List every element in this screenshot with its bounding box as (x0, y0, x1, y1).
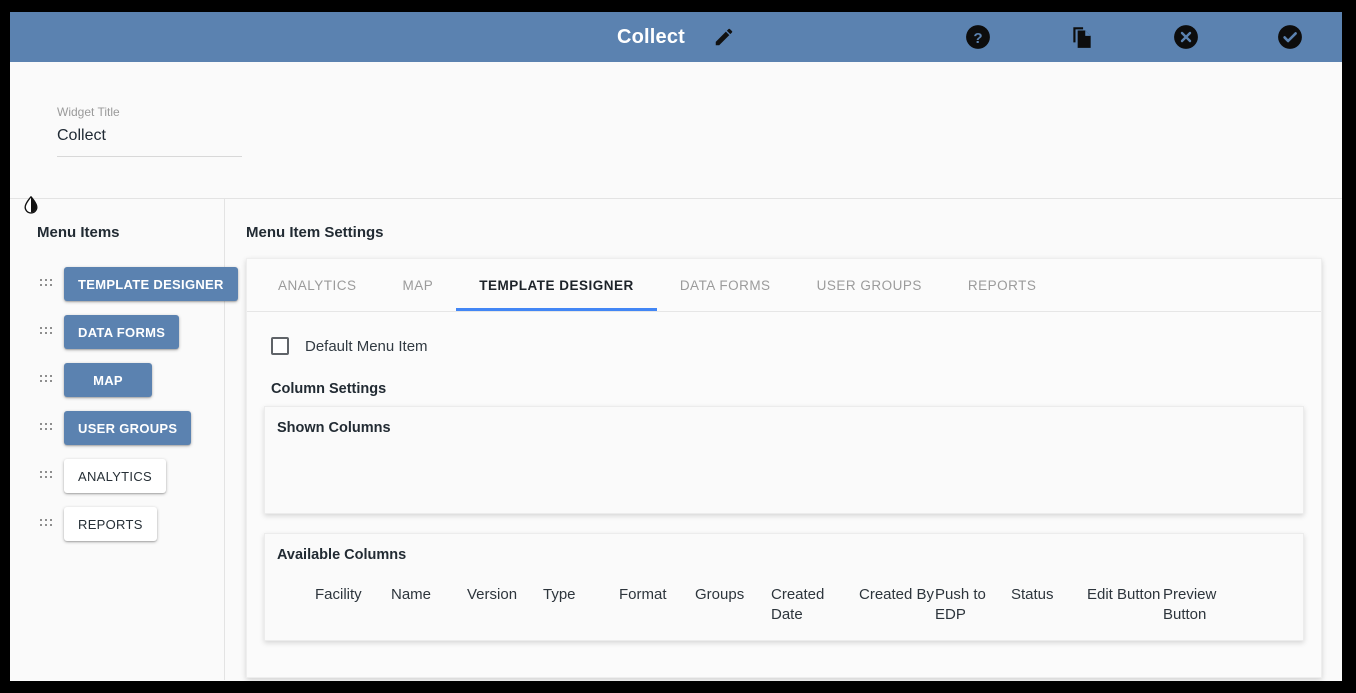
drag-handle-icon[interactable] (40, 375, 54, 386)
sidebar-item-map[interactable]: MAP (10, 356, 224, 404)
column-chip[interactable]: Facility (315, 585, 391, 625)
sidebar-item-user-groups[interactable]: USER GROUPS (10, 404, 224, 452)
column-chip[interactable]: Name (391, 585, 467, 625)
column-chip[interactable]: Created By (859, 585, 935, 625)
app-bar-actions: ? (926, 24, 1342, 50)
column-chip[interactable]: Edit Button (1087, 585, 1163, 625)
sidebar-item-analytics[interactable]: ANALYTICS (10, 452, 224, 500)
copy-icon[interactable] (1030, 24, 1134, 50)
widget-title-field: Widget Title (57, 104, 242, 157)
drag-handle-icon[interactable] (40, 279, 54, 290)
column-chip[interactable]: Status (1011, 585, 1087, 625)
editor-body: Menu Items TEMPLATE DESIGNER DATA FORMS … (10, 199, 1342, 680)
tab-panel-template-designer: Default Menu Item Column Settings Shown … (247, 312, 1321, 677)
sidebar-item-label[interactable]: DATA FORMS (64, 315, 179, 349)
widget-title-section: Widget Title (10, 62, 1342, 199)
sidebar-item-reports[interactable]: REPORTS (10, 500, 224, 548)
drag-handle-icon[interactable] (40, 423, 54, 434)
app-bar-title: Collect (617, 26, 685, 49)
tab-map[interactable]: MAP (380, 259, 457, 311)
menu-item-settings-panel: Menu Item Settings ANALYTICS MAP TEMPLAT… (225, 199, 1342, 680)
window-bottom-padding (10, 680, 1342, 681)
help-icon[interactable]: ? (926, 24, 1030, 50)
column-chip[interactable]: Groups (695, 585, 771, 625)
sidebar-item-label[interactable]: TEMPLATE DESIGNER (64, 267, 238, 301)
shown-columns-dropzone[interactable]: Shown Columns (264, 406, 1304, 514)
tab-user-groups[interactable]: USER GROUPS (794, 259, 945, 311)
drag-handle-icon[interactable] (40, 519, 54, 530)
shown-columns-title: Shown Columns (277, 420, 1291, 436)
sidebar-item-label[interactable]: ANALYTICS (64, 459, 166, 493)
close-icon[interactable] (1134, 24, 1238, 50)
menu-items-sidebar: Menu Items TEMPLATE DESIGNER DATA FORMS … (10, 199, 225, 680)
drag-handle-icon[interactable] (40, 327, 54, 338)
settings-tabs: ANALYTICS MAP TEMPLATE DESIGNER DATA FOR… (247, 259, 1321, 312)
svg-text:?: ? (973, 30, 982, 47)
column-settings-heading: Column Settings (271, 381, 1304, 397)
menu-item-settings-heading: Menu Item Settings (246, 224, 1322, 241)
screen-frame: Collect ? (0, 0, 1356, 693)
column-chip[interactable]: Type (543, 585, 619, 625)
app-bar: Collect ? (10, 12, 1342, 62)
sidebar-item-label[interactable]: MAP (64, 363, 152, 397)
column-chip[interactable]: Format (619, 585, 695, 625)
tab-template-designer[interactable]: TEMPLATE DESIGNER (456, 259, 657, 311)
tab-data-forms[interactable]: DATA FORMS (657, 259, 794, 311)
default-menu-item-row: Default Menu Item (271, 337, 1304, 355)
available-columns-list: Facility Name Version Type Format Groups… (277, 585, 1291, 625)
column-chip[interactable]: Created Date (771, 585, 859, 625)
confirm-icon[interactable] (1238, 24, 1342, 50)
sidebar-item-data-forms[interactable]: DATA FORMS (10, 308, 224, 356)
available-columns-dropzone[interactable]: Available Columns Facility Name Version … (264, 533, 1304, 641)
menu-items-heading: Menu Items (37, 224, 224, 241)
settings-card: ANALYTICS MAP TEMPLATE DESIGNER DATA FOR… (246, 258, 1322, 678)
tab-reports[interactable]: REPORTS (945, 259, 1060, 311)
contrast-droplet-icon[interactable] (16, 190, 46, 220)
widget-editor-window: Collect ? (10, 12, 1342, 681)
sidebar-item-label[interactable]: USER GROUPS (64, 411, 191, 445)
tab-analytics[interactable]: ANALYTICS (255, 259, 380, 311)
available-columns-title: Available Columns (277, 547, 1291, 563)
default-menu-item-checkbox[interactable] (271, 337, 289, 355)
column-chip[interactable]: Preview Button (1163, 585, 1251, 625)
default-menu-item-label: Default Menu Item (305, 338, 428, 355)
pencil-icon[interactable] (713, 26, 735, 48)
column-chip[interactable]: Push to EDP (935, 585, 1011, 625)
widget-title-input[interactable] (57, 125, 242, 157)
sidebar-item-label[interactable]: REPORTS (64, 507, 157, 541)
drag-handle-icon[interactable] (40, 471, 54, 482)
widget-title-label: Widget Title (57, 104, 242, 120)
column-chip[interactable]: Version (467, 585, 543, 625)
sidebar-item-template-designer[interactable]: TEMPLATE DESIGNER (10, 260, 224, 308)
